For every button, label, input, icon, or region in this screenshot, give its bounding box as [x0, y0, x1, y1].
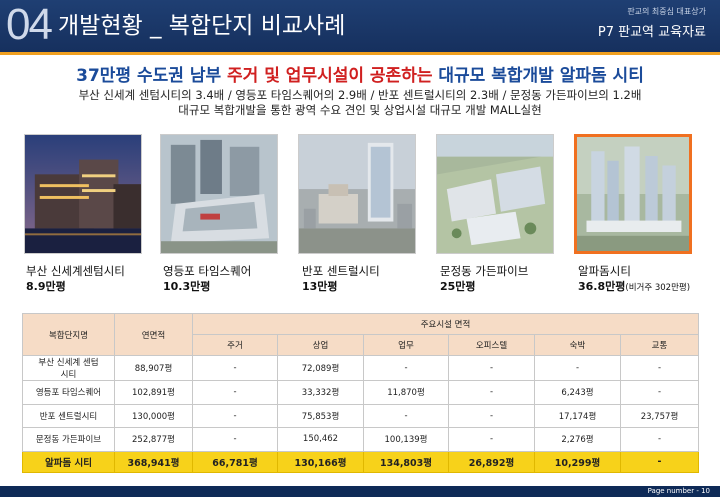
- cell: 72,089평: [277, 355, 364, 381]
- project-caption: 반포 센트럴시티 13만평: [302, 264, 380, 294]
- cell: -: [448, 355, 535, 381]
- cell: -: [620, 450, 699, 473]
- cell: -: [192, 380, 278, 405]
- description-line2: 대규모 복합개발을 통한 광역 수요 견인 및 상업시설 대규모 개발 MALL…: [178, 103, 542, 117]
- cell: -: [192, 355, 278, 381]
- cell: 26,892평: [448, 450, 535, 473]
- photo-munjeong-garden-five: [436, 134, 554, 254]
- cell: 17,174평: [534, 403, 621, 428]
- description-line1: 부산 신세계 센텀시티의 3.4배 / 영등포 타임스퀘어의 2.9배 / 반포…: [78, 88, 642, 102]
- headline-highlight: 주거 및 업무시설이 공존하는: [227, 66, 433, 86]
- cell: -: [448, 427, 535, 452]
- cell: 33,332평: [277, 380, 364, 405]
- cell: 75,853평: [277, 403, 364, 428]
- cell: -: [448, 380, 535, 405]
- cell: -: [534, 355, 621, 381]
- table-row: 부산 신세계 센텀 시티 88,907평 - 72,089평 - - - -: [22, 355, 699, 381]
- cell: -: [620, 355, 699, 381]
- project-caption: 알파돔시티 36.8만평(비거주 302만평): [578, 264, 690, 296]
- table-row: 문정동 가든파이브 252,877평 - 150,462 100,139평 - …: [22, 427, 699, 452]
- cell-name: 알파돔 시티: [22, 450, 115, 473]
- project-name: 반포 센트럴시티: [302, 264, 380, 278]
- project-area-value: 36.8만평: [578, 280, 626, 293]
- cell: 6,243평: [534, 380, 621, 405]
- cell: -: [620, 427, 699, 452]
- project-area: 8.9만평: [26, 280, 66, 293]
- project-name: 영등포 타임스퀘어: [163, 264, 252, 278]
- project-name: 문정동 가든파이브: [440, 264, 529, 278]
- header-complex: 복합단지명: [22, 313, 115, 356]
- photo-banpo-central-city: [298, 134, 416, 254]
- cell: -: [363, 403, 449, 428]
- project-name: 알파돔시티: [578, 264, 631, 278]
- header-transport: 교통: [620, 334, 699, 356]
- project-area: 10.3만평: [163, 280, 211, 293]
- header-total-area: 연면적: [114, 313, 193, 356]
- cell: -: [620, 380, 699, 405]
- comparison-table: 복합단지명 연면적 주요시설 면적 주거 상업 업무 오피스텔 숙박 교통 부산…: [22, 313, 699, 473]
- headline: 37만평 수도권 남부 주거 및 업무시설이 공존하는 대규모 복합개발 알파돔…: [0, 66, 720, 86]
- project-caption: 문정동 가든파이브 25만평: [440, 264, 528, 294]
- section-number: 04: [6, 0, 53, 49]
- cell: 134,803평: [363, 450, 449, 473]
- cell: 252,877평: [114, 427, 193, 452]
- header-commercial: 상업: [277, 334, 364, 356]
- cell: 130,000평: [114, 403, 193, 428]
- cell: 102,891평: [114, 380, 193, 405]
- header-officetel: 오피스텔: [448, 334, 535, 356]
- cell: -: [192, 427, 278, 452]
- project-caption: 영등포 타임스퀘어 10.3만평: [163, 264, 251, 294]
- table-row: 영등포 타임스퀘어 102,891평 - 33,332평 11,870평 - 6…: [22, 380, 699, 405]
- cell: 23,757평: [620, 403, 699, 428]
- cell-name: 문정동 가든파이브: [22, 427, 115, 452]
- project-area-note: (비거주 302만평): [625, 283, 691, 293]
- headline-part2: 대규모 복합개발 알파돔 시티: [432, 66, 644, 86]
- cell: 88,907평: [114, 355, 193, 381]
- table-row: 반포 센트럴시티 130,000평 - 75,853평 - - 17,174평 …: [22, 403, 699, 428]
- page-number: Page number - 10: [647, 487, 710, 495]
- cell-name: 영등포 타임스퀘어: [22, 380, 115, 405]
- project-area: 13만평: [302, 280, 338, 293]
- project-area: 36.8만평(비거주 302만평): [578, 279, 690, 296]
- slide-title: 개발현황 _ 복합단지 비교사례: [58, 13, 346, 39]
- photo-alphadom-city: [574, 134, 692, 254]
- cell-name: 부산 신세계 센텀 시티: [22, 355, 115, 381]
- cell: -: [448, 403, 535, 428]
- cell-name: 반포 센트럴시티: [22, 403, 115, 428]
- cell: 368,941평: [114, 450, 193, 473]
- table-row-highlight: 알파돔 시티 368,941평 66,781평 130,166평 134,803…: [22, 450, 699, 473]
- cell: 150,462: [277, 427, 364, 452]
- cell: 2,276평: [534, 427, 621, 452]
- cell: 100,139평: [363, 427, 449, 452]
- project-caption: 부산 신세계센텀시티 8.9만평: [26, 264, 125, 294]
- slide-header: 04 개발현황 _ 복합단지 비교사례 판교의 최중심 대표상가 P7 판교역 …: [0, 0, 720, 52]
- header-accent-line: [0, 52, 720, 55]
- project-name: 부산 신세계센텀시티: [26, 264, 125, 278]
- cell: 11,870평: [363, 380, 449, 405]
- cell: 130,166평: [277, 450, 364, 473]
- cell: -: [363, 355, 449, 381]
- header-residential: 주거: [192, 334, 278, 356]
- header-office: 업무: [363, 334, 449, 356]
- cell: 66,781평: [192, 450, 278, 473]
- project-area: 25만평: [440, 280, 476, 293]
- cell: -: [192, 403, 278, 428]
- header-facility-group: 주요시설 면적: [192, 313, 699, 335]
- headline-part1: 37만평 수도권 남부: [76, 66, 228, 86]
- header-course: P7 판교역 교육자료: [597, 25, 706, 40]
- photo-busan-centum: [24, 134, 142, 254]
- header-subtitle: 판교의 최중심 대표상가: [627, 7, 706, 16]
- header-lodging: 숙박: [534, 334, 621, 356]
- footer-bar: Page number - 10: [0, 486, 720, 497]
- cell: 10,299평: [534, 450, 621, 473]
- photo-yeongdeungpo-times-square: [160, 134, 278, 254]
